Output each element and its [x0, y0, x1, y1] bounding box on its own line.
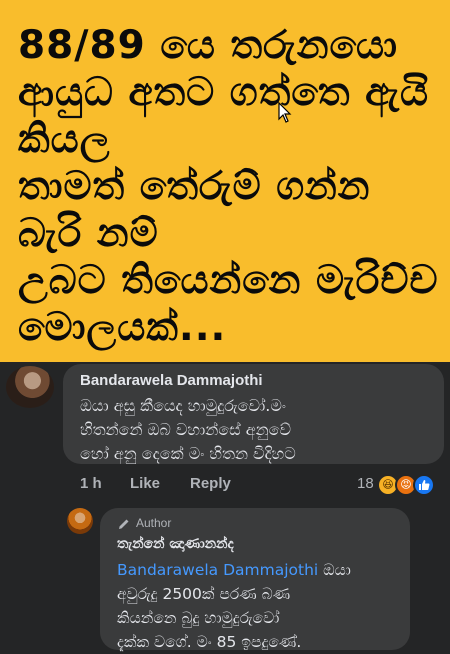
comment-author-name[interactable]: Bandarawela Dammajothi [80, 372, 263, 389]
post-quote-line: ආයුධ අතට ගත්තෙ ඇයි [18, 70, 430, 115]
reply-text-line: දැක්ක වගේ. මං 85 ඉපදුණේ. [117, 633, 302, 651]
comment-bubble: Bandarawela Dammajothi ඔයා අසු කීයෙද හාම… [63, 364, 444, 464]
post-quote-line: මොලයක්... [18, 305, 227, 350]
post-image-quote[interactable]: 88/89 යෙ තරුනයො ආයුධ අතට ගත්තෙ ඇයි කියල … [0, 0, 450, 362]
reply-text-line: අවුරුදු 2500ක් පරණ බණ [117, 585, 291, 603]
like-button[interactable]: Like [130, 475, 160, 492]
comments-section: Bandarawela Dammajothi ඔයා අසු කීයෙද හාම… [0, 362, 450, 652]
author-badge: Author [136, 516, 172, 530]
reply-text: Bandarawela Dammajothi ඔයා අවුරුදු 2500ක… [117, 558, 351, 654]
comment-timestamp[interactable]: 1 h [80, 475, 102, 492]
like-icon [413, 474, 435, 496]
reply-button[interactable]: Reply [190, 475, 231, 492]
reply-text-line: කියන්නෙ බුදු හාමුදුරුවෝ [117, 609, 280, 627]
comment-text-line: හෝ අනු දෙකේ මං හිතන විදිහට [80, 444, 296, 463]
post-quote-line: උබට තියෙන්නෙ මැරිච්ච [18, 258, 439, 303]
comment-text-line: හිතන්නේ ඔබ වහාන්සේ අනුවේ [80, 420, 292, 439]
avatar[interactable] [67, 508, 93, 534]
comment-text-line: ඔයා අසු කීයෙද හාමුදුරුවෝ.මං [80, 396, 286, 415]
post-quote-line: කියල [18, 117, 111, 162]
mouse-cursor-icon [278, 102, 292, 123]
reply-author-name[interactable]: තැන්නේ ඤාණානන්ද [117, 536, 234, 552]
reaction-count: 18 [357, 475, 374, 492]
post-quote-line: බැරි නම් [18, 211, 159, 256]
post-quote-line: 88/89 යෙ තරුනයො [18, 23, 398, 68]
post-quote-text: 88/89 යෙ තරුනයො ආයුධ අතට ගත්තෙ ඇයි කියල … [18, 22, 443, 351]
post-quote-line: තාමත් තේරුම් ගන්න [18, 164, 371, 209]
avatar[interactable] [6, 366, 54, 408]
reply-text-segment: ඔයා [318, 561, 351, 579]
mention-link[interactable]: Bandarawela Dammajothi [117, 561, 318, 579]
pencil-icon [119, 519, 129, 529]
reply-bubble: Author තැන්නේ ඤාණානන්ද Bandarawela Damma… [100, 508, 410, 651]
comment-text: ඔයා අසු කීයෙද හාමුදුරුවෝ.මං හිතන්නේ ඔබ ව… [80, 394, 296, 466]
